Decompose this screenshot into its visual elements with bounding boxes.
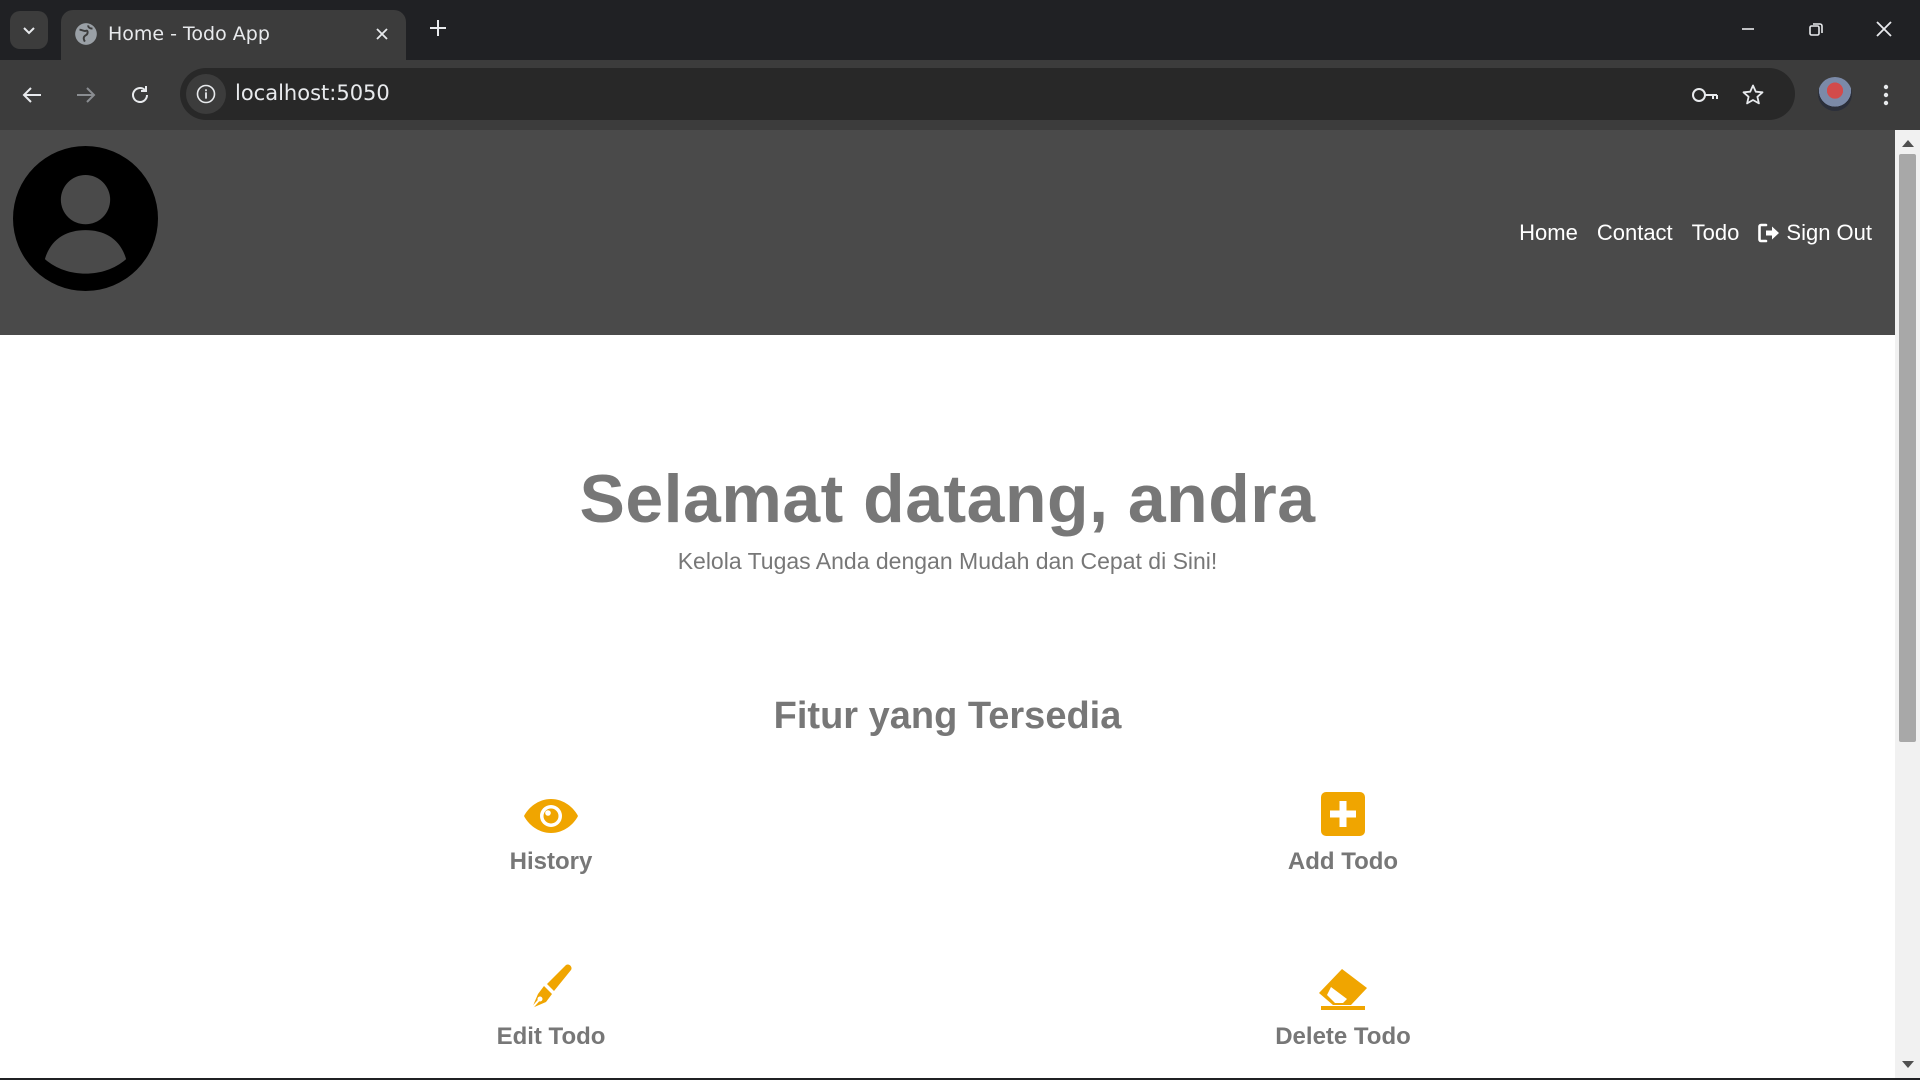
eye-icon [524, 799, 578, 833]
url-text[interactable]: localhost:5050 [235, 81, 390, 105]
feature-edit-todo[interactable]: Edit Todo [441, 964, 661, 1051]
pen-icon [531, 964, 572, 1009]
feature-delete-todo-label: Delete Todo [1275, 1023, 1411, 1050]
feature-add-icon-wrap [1233, 790, 1453, 836]
scroll-down-arrow[interactable] [1902, 1061, 1914, 1068]
nav-home-link[interactable]: Home [1519, 220, 1578, 246]
reload-button[interactable] [122, 77, 158, 113]
browser-tabstrip: Home - Todo App [0, 0, 1920, 60]
user-circle-icon[interactable] [13, 146, 158, 291]
forward-button[interactable] [68, 77, 104, 113]
feature-add-todo[interactable]: Add Todo [1233, 790, 1453, 876]
minimize-button[interactable] [1726, 9, 1770, 49]
feature-history-icon-wrap [441, 790, 661, 836]
feature-add-todo-label: Add Todo [1287, 848, 1399, 875]
nav-contact-label: Contact [1596, 220, 1673, 245]
nav-contact-link[interactable]: Contact [1597, 220, 1673, 246]
restore-icon [1809, 23, 1823, 36]
hero-section: Selamat datang, andra Kelola Tugas Anda … [0, 460, 1895, 575]
chevron-down-icon [23, 27, 35, 35]
reload-icon [132, 86, 148, 103]
browser-tab[interactable]: Home - Todo App [61, 10, 406, 60]
scroll-up-arrow[interactable] [1902, 140, 1914, 147]
feature-edit-icon-wrap [441, 964, 661, 1011]
page-scrollbar[interactable] [1895, 130, 1920, 1078]
profile-avatar[interactable] [1818, 77, 1852, 111]
site-info-button[interactable] [186, 74, 226, 114]
page-viewport: Home Contact Todo Sign Out Selamat datan… [0, 130, 1895, 1078]
tab-title: Home - Todo App [108, 23, 270, 45]
key-icon [1692, 88, 1718, 102]
feature-delete-icon-wrap [1233, 965, 1453, 1011]
browser-toolbar: localhost:5050 [0, 60, 1920, 130]
eraser-icon [1319, 969, 1367, 1010]
page-subtitle: Kelola Tugas Anda dengan Mudah dan Cepat… [677, 548, 1218, 574]
plus-square-icon [1321, 792, 1365, 836]
main-nav: Home Contact Todo Sign Out [1500, 220, 1872, 246]
browser-menu-button[interactable] [1874, 77, 1898, 113]
tab-close-button[interactable] [369, 21, 395, 47]
nav-todo-label: Todo [1691, 220, 1740, 245]
feature-edit-todo-label: Edit Todo [496, 1023, 606, 1050]
feature-delete-todo[interactable]: Delete Todo [1233, 965, 1453, 1051]
plus-icon [430, 20, 446, 36]
restore-button[interactable] [1794, 9, 1838, 49]
close-window-button[interactable] [1862, 9, 1906, 49]
bookmark-button[interactable] [1738, 80, 1768, 110]
password-key-button[interactable] [1690, 80, 1720, 110]
nav-signout-label: Sign Out [1786, 220, 1872, 245]
more-vertical-icon [1883, 84, 1889, 106]
globe-icon [75, 23, 97, 45]
tab-search-button[interactable] [10, 11, 48, 49]
info-icon [196, 84, 216, 104]
scroll-thumb[interactable] [1899, 154, 1916, 742]
back-button[interactable] [14, 77, 50, 113]
new-tab-button[interactable] [424, 14, 452, 42]
star-icon [1742, 84, 1764, 105]
minimize-icon [1742, 28, 1754, 30]
feature-history[interactable]: History [441, 790, 661, 876]
feature-history-label: History [509, 848, 593, 875]
features-heading: Fitur yang Tersedia [773, 695, 1122, 737]
site-header: Home Contact Todo Sign Out [0, 130, 1895, 335]
nav-todo-link[interactable]: Todo [1692, 220, 1740, 246]
page-title: Selamat datang, andra [579, 461, 1316, 537]
arrow-right-icon [77, 87, 96, 103]
nav-home-label: Home [1519, 220, 1578, 245]
nav-signout-link[interactable]: Sign Out [1758, 220, 1872, 246]
close-icon [376, 28, 388, 40]
arrow-left-icon [22, 87, 41, 103]
sign-out-icon [1758, 223, 1780, 243]
close-icon [1876, 21, 1892, 37]
address-bar[interactable]: localhost:5050 [180, 68, 1795, 120]
